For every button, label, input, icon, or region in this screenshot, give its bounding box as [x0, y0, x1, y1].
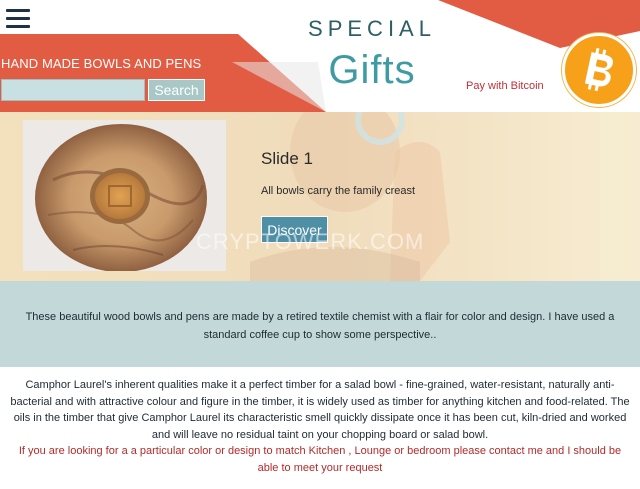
bitcoin-symbol — [569, 40, 629, 100]
search-button[interactable]: Search — [148, 79, 205, 101]
intro-band: These beautiful wood bowls and pens are … — [0, 281, 640, 367]
menu-bar — [6, 9, 30, 12]
hamburger-menu-icon[interactable] — [6, 9, 30, 29]
intro-text: These beautiful wood bowls and pens are … — [25, 311, 615, 341]
brand-title-main: Gifts — [328, 48, 416, 92]
pay-with-bitcoin-link[interactable]: Pay with Bitcoin — [466, 80, 544, 92]
menu-bar — [6, 25, 30, 28]
search-input[interactable] — [1, 79, 145, 101]
bitcoin-logo-icon[interactable] — [562, 33, 636, 107]
custom-order-cta: If you are looking for a a particular co… — [18, 445, 622, 474]
slide-caption: All bowls carry the family creast — [261, 185, 416, 197]
site-header: HAND MADE BOWLS AND PENS Search SPECIAL … — [0, 0, 640, 112]
watermark: CRYPTOWERK.COM — [196, 229, 425, 254]
menu-bar — [6, 17, 30, 20]
camphor-laurel-paragraph: Camphor Laurel's inherent qualities make… — [10, 379, 630, 441]
hero-slider: Slide 1 All bowls carry the family creas… — [0, 112, 640, 281]
info-section: Camphor Laurel's inherent qualities make… — [8, 377, 632, 476]
site-tagline: HAND MADE BOWLS AND PENS — [1, 56, 202, 71]
slide-title: Slide 1 — [261, 149, 313, 168]
brand-title-top: SPECIAL — [308, 16, 436, 41]
